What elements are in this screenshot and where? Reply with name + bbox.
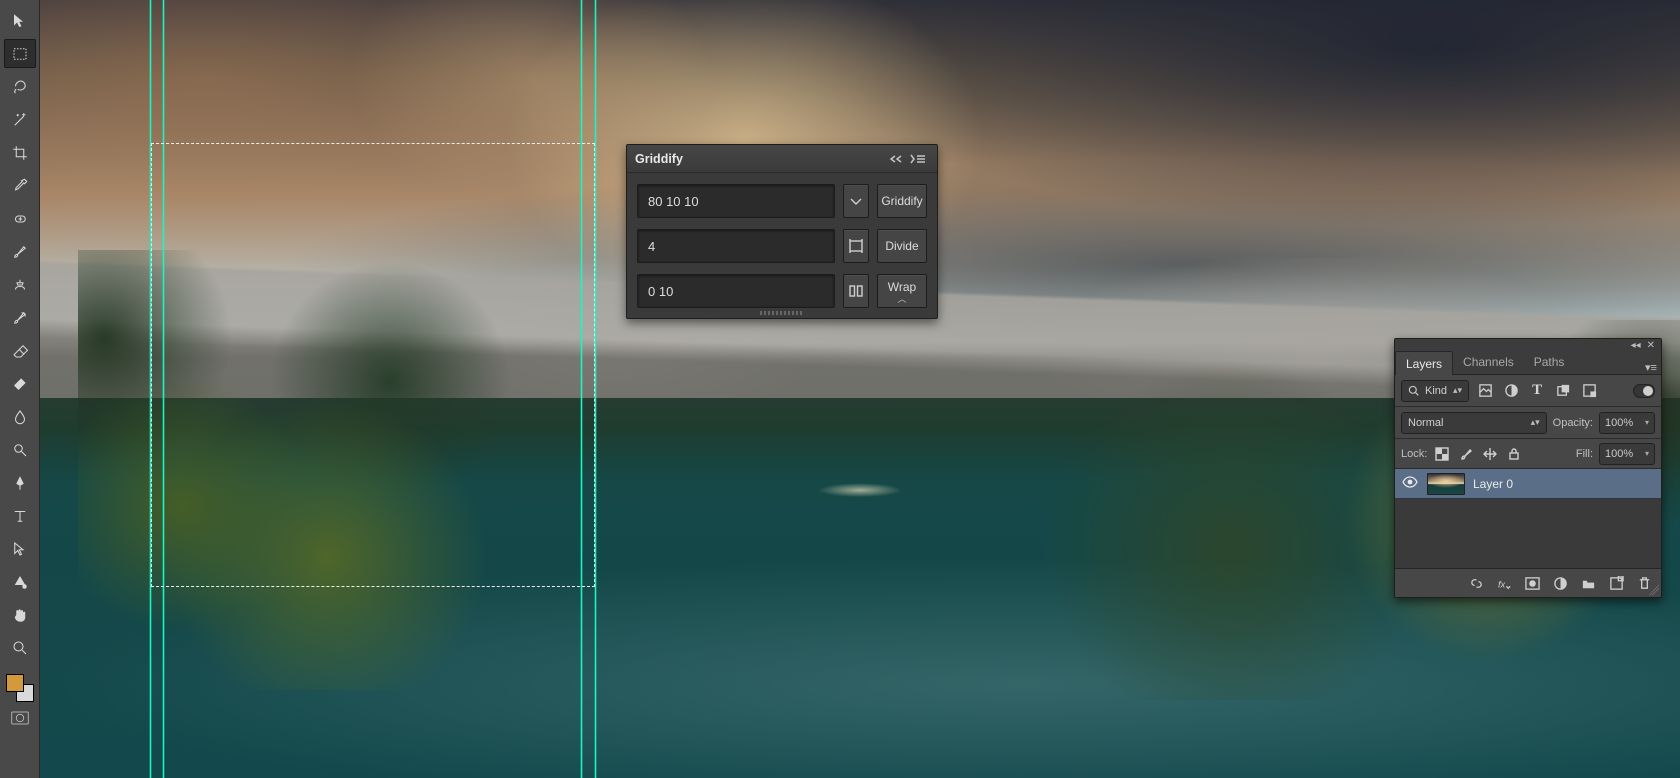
- panel-header[interactable]: Griddify: [627, 145, 937, 173]
- filter-adjustment-icon[interactable]: [1501, 381, 1521, 401]
- collapse-icon[interactable]: [885, 148, 907, 170]
- divide-count-input[interactable]: [637, 229, 835, 263]
- blur-tool[interactable]: [4, 402, 36, 431]
- close-icon[interactable]: ✕: [1647, 340, 1655, 351]
- filter-type-icon[interactable]: T: [1527, 381, 1547, 401]
- griddify-columns-input[interactable]: [637, 184, 835, 218]
- fill-value: 100%: [1605, 448, 1633, 460]
- tab-channels[interactable]: Channels: [1453, 350, 1524, 374]
- chevron-updown-icon: ▴▾: [1453, 385, 1462, 396]
- button-label: Divide: [885, 239, 918, 253]
- tab-layers[interactable]: Layers: [1395, 351, 1453, 375]
- filter-toggle-switch[interactable]: [1633, 384, 1655, 398]
- svg-text:fx: fx: [1497, 579, 1505, 589]
- filter-smartobject-icon[interactable]: [1579, 381, 1599, 401]
- zoom-tool[interactable]: [4, 633, 36, 662]
- quick-mask-toggle[interactable]: [8, 708, 32, 728]
- new-layer-icon[interactable]: [1605, 572, 1627, 594]
- magic-wand-tool[interactable]: [4, 105, 36, 134]
- opacity-value-input[interactable]: 100%▾: [1599, 412, 1655, 434]
- visibility-toggle-icon[interactable]: [1401, 476, 1419, 491]
- button-label: Wrap: [888, 280, 916, 294]
- chevron-up-icon: ︿: [897, 295, 906, 303]
- fill-value-input[interactable]: 100%▾: [1599, 443, 1655, 465]
- opacity-value: 100%: [1605, 417, 1633, 429]
- griddify-dropdown-button[interactable]: [843, 184, 869, 218]
- hand-tool[interactable]: [4, 600, 36, 629]
- wrap-mirror-button[interactable]: [843, 274, 869, 308]
- pen-tool[interactable]: [4, 468, 36, 497]
- layers-panel[interactable]: ◂◂ ✕ Layers Channels Paths ▾≡ Kind ▴▾ T …: [1394, 338, 1662, 598]
- panel-menu-icon[interactable]: ▾≡: [1641, 361, 1661, 374]
- blend-mode-dropdown[interactable]: Normal ▴▾: [1401, 412, 1547, 434]
- gradient-tool[interactable]: [4, 369, 36, 398]
- filter-shape-icon[interactable]: [1553, 381, 1573, 401]
- divide-bounds-button[interactable]: [843, 229, 869, 263]
- divide-apply-button[interactable]: Divide: [877, 229, 927, 263]
- dodge-tool[interactable]: [4, 435, 36, 464]
- eraser-tool[interactable]: [4, 336, 36, 365]
- wrap-apply-button[interactable]: Wrap ︿: [877, 274, 927, 308]
- lasso-tool[interactable]: [4, 72, 36, 101]
- eyedropper-tool[interactable]: [4, 171, 36, 200]
- panel-menu-icon[interactable]: [907, 148, 929, 170]
- tab-paths[interactable]: Paths: [1524, 350, 1575, 374]
- crop-tool[interactable]: [4, 138, 36, 167]
- filter-pixel-icon[interactable]: [1475, 381, 1495, 401]
- lock-all-icon[interactable]: [1505, 445, 1523, 463]
- opacity-label: Opacity:: [1553, 417, 1593, 429]
- new-adjustment-layer-icon[interactable]: [1549, 572, 1571, 594]
- layers-list[interactable]: Layer 0: [1395, 469, 1661, 569]
- color-swatches[interactable]: [6, 674, 34, 702]
- selection-marquee[interactable]: [151, 143, 595, 587]
- filter-kind-dropdown[interactable]: Kind ▴▾: [1401, 380, 1469, 402]
- panel-tabs: Layers Channels Paths ▾≡: [1395, 351, 1661, 375]
- brush-tool[interactable]: [4, 237, 36, 266]
- layer-thumbnail[interactable]: [1427, 473, 1465, 495]
- panel-resize-grip[interactable]: [627, 308, 937, 318]
- add-mask-icon[interactable]: [1521, 572, 1543, 594]
- filter-kind-label: Kind: [1425, 385, 1447, 397]
- lock-label: Lock:: [1401, 448, 1427, 460]
- blend-mode-label: Normal: [1408, 417, 1443, 429]
- panel-title: Griddify: [635, 152, 683, 166]
- griddify-apply-button[interactable]: Griddify: [877, 184, 927, 218]
- collapse-icon[interactable]: ◂◂: [1631, 340, 1641, 351]
- type-tool[interactable]: [4, 501, 36, 530]
- foreground-color-swatch[interactable]: [6, 674, 24, 692]
- button-label: Griddify: [881, 194, 922, 208]
- layer-row[interactable]: Layer 0: [1395, 469, 1661, 499]
- rectangle-shape-tool[interactable]: [4, 567, 36, 596]
- lock-transparency-icon[interactable]: [1433, 445, 1451, 463]
- chevron-updown-icon: ▴▾: [1531, 417, 1540, 428]
- lock-position-icon[interactable]: [1481, 445, 1499, 463]
- new-group-icon[interactable]: [1577, 572, 1599, 594]
- link-layers-icon[interactable]: [1465, 572, 1487, 594]
- history-brush-tool[interactable]: [4, 303, 36, 332]
- panel-resize-handle[interactable]: [1649, 585, 1659, 595]
- lock-pixels-icon[interactable]: [1457, 445, 1475, 463]
- clone-stamp-tool[interactable]: [4, 270, 36, 299]
- layer-name[interactable]: Layer 0: [1473, 477, 1513, 491]
- rectangular-marquee-tool[interactable]: [4, 39, 36, 68]
- path-selection-tool[interactable]: [4, 534, 36, 563]
- fill-label: Fill:: [1576, 448, 1593, 460]
- wrap-values-input[interactable]: [637, 274, 835, 308]
- healing-brush-tool[interactable]: [4, 204, 36, 233]
- layer-effects-icon[interactable]: fx: [1493, 572, 1515, 594]
- griddify-panel[interactable]: Griddify Griddify Divide Wrap ︿: [626, 144, 938, 319]
- move-tool[interactable]: [4, 6, 36, 35]
- guide-vertical[interactable]: [595, 0, 596, 778]
- tools-toolbar: [0, 0, 40, 778]
